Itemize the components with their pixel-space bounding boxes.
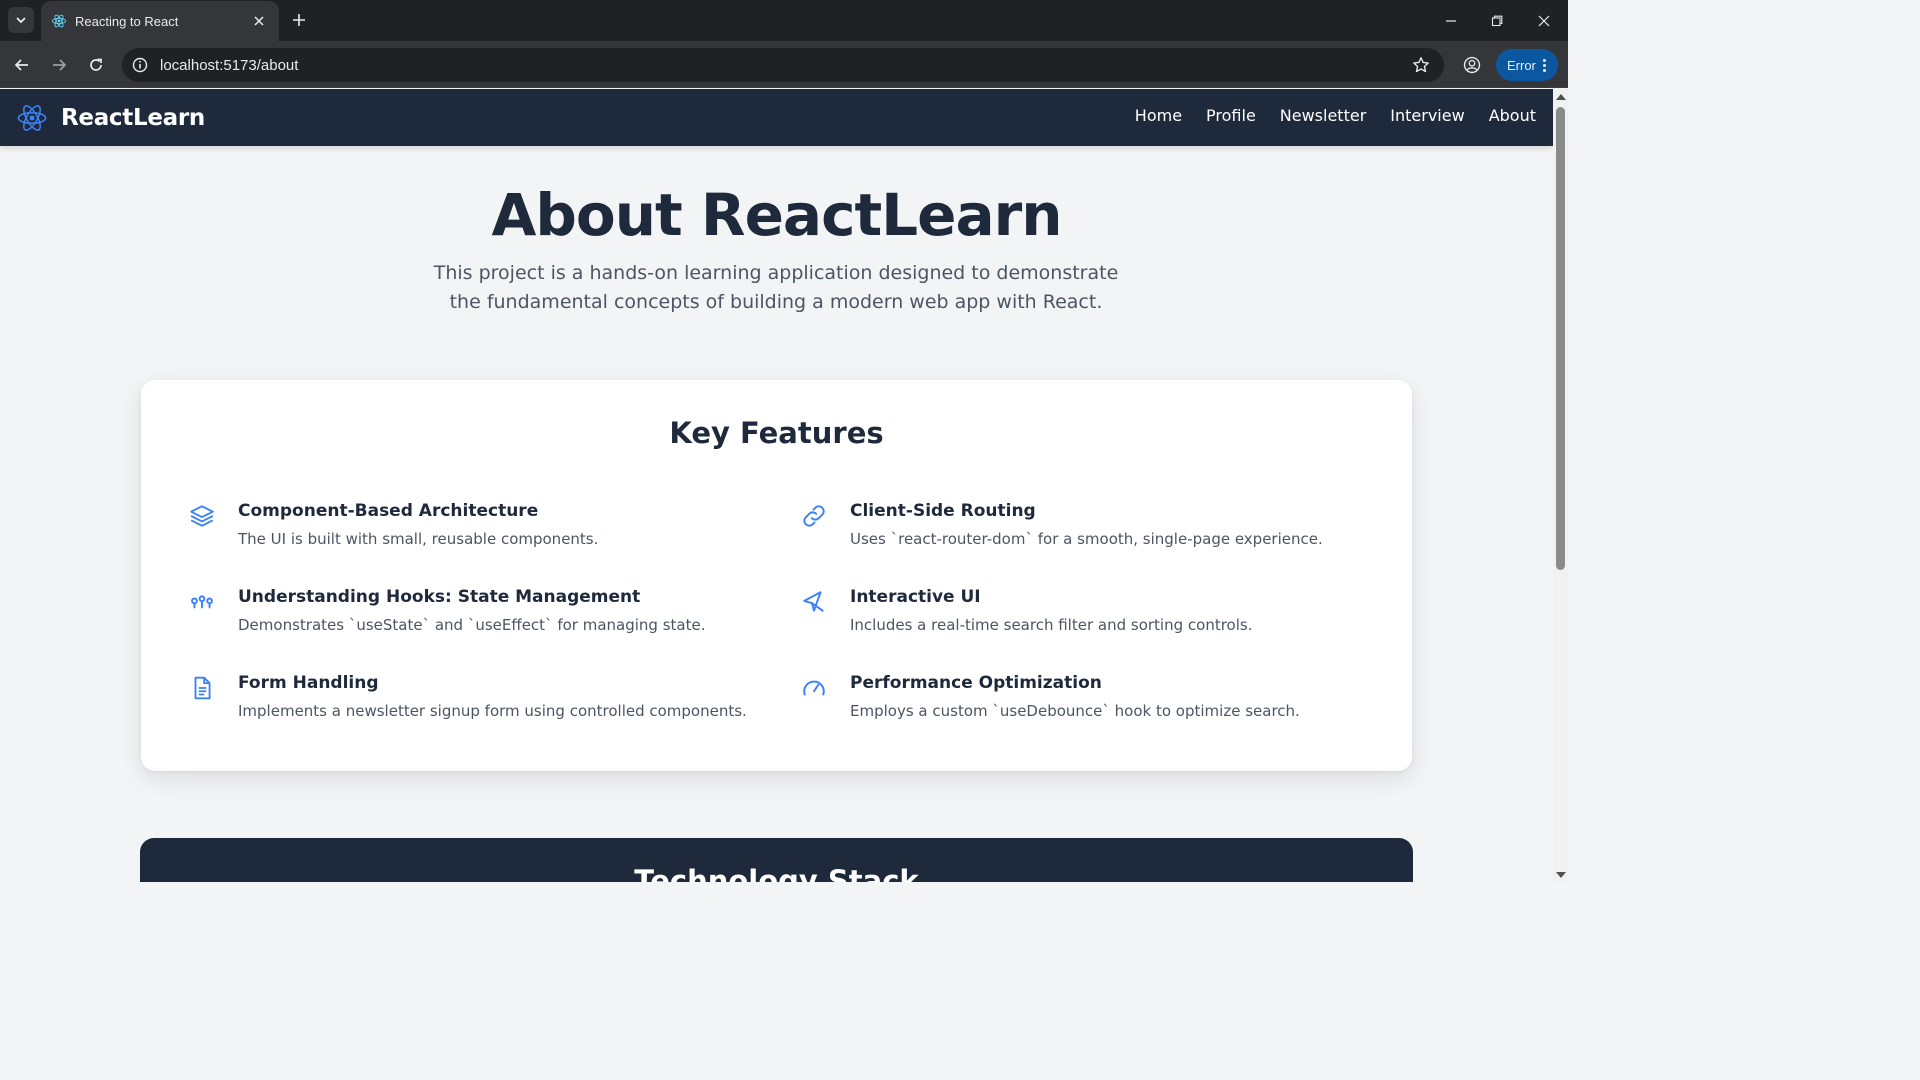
site-info-icon[interactable] [124,48,156,82]
url-text[interactable]: localhost:5173/about [160,57,1404,74]
bookmark-star-icon[interactable] [1404,48,1438,82]
key-features-title: Key Features [669,416,884,450]
kebab-menu-icon [1542,58,1546,72]
pointer-icon [803,591,824,612]
feature-description: Includes a real-time search filter and s… [850,616,1253,634]
reload-icon [90,58,102,71]
nav-links: Home Profile Newsletter Interview About [1111,106,1536,125]
feature-description: Implements a newsletter signup form usin… [238,702,747,720]
feature-item: Interactive UI Includes a real-time sear… [801,587,1361,643]
feature-description: Demonstrates `useState` and `useEffect` … [238,616,706,634]
close-icon [1538,15,1550,26]
page-title: About ReactLearn [491,181,1062,249]
feature-description: The UI is built with small, reusable com… [238,530,599,548]
key-features-card: Key Features Component-Based Architectur… [141,380,1412,771]
layers-icon [190,505,214,527]
back-button[interactable] [8,51,36,79]
reload-button[interactable] [82,51,110,79]
minimize-button[interactable] [1428,0,1474,41]
browser-toolbar: localhost:5173/about Error [0,41,1568,88]
scrollbar-thumb[interactable] [1556,107,1565,570]
brand-name: ReactLearn [61,105,205,131]
feature-name: Client-Side Routing [850,501,1036,521]
feature-name: Performance Optimization [850,673,1102,693]
profile-button[interactable] [1458,51,1486,79]
browser-tab-strip: Reacting to React [0,0,1568,41]
plus-icon [293,14,305,26]
browser-tab[interactable]: Reacting to React [41,1,279,41]
page-viewport: ReactLearn Home Profile Newsletter Inter… [0,89,1553,882]
close-window-button[interactable] [1521,0,1567,41]
feature-name: Interactive UI [850,587,981,607]
restore-button[interactable] [1474,0,1520,41]
nav-link-newsletter[interactable]: Newsletter [1280,106,1367,125]
arrow-right-icon [53,59,67,71]
error-menu-button[interactable]: Error [1496,49,1558,81]
error-label: Error [1507,57,1536,73]
site-navbar: ReactLearn Home Profile Newsletter Inter… [0,89,1553,146]
feature-item: Form Handling Implements a newsletter si… [189,673,749,729]
chevron-down-icon [16,17,26,24]
nav-link-interview[interactable]: Interview [1390,106,1464,125]
scroll-up-arrow-icon[interactable] [1556,94,1566,100]
feature-name: Form Handling [238,673,379,693]
arrow-left-icon [14,59,28,71]
scroll-down-arrow-icon[interactable] [1556,872,1566,878]
feature-description: Uses `react-router-dom` for a smooth, si… [850,530,1323,548]
page-subtitle: This project is a hands-on learning appl… [433,262,1119,313]
tab-search-button[interactable] [8,7,34,33]
feature-item: Performance Optimization Employs a custo… [801,673,1361,729]
feature-item: Understanding Hooks: State Management De… [189,587,749,643]
feature-name: Understanding Hooks: State Management [238,587,641,607]
hooks-icon [191,595,213,609]
address-bar[interactable]: localhost:5173/about [122,48,1444,82]
forward-button[interactable] [45,51,73,79]
technology-stack-title: Technology Stack [634,864,919,882]
link-icon [803,505,825,527]
brand-link[interactable]: ReactLearn [15,101,205,135]
nav-link-home[interactable]: Home [1135,106,1182,125]
react-logo-icon [17,105,47,131]
minimize-icon [1446,19,1456,22]
feature-name: Component-Based Architecture [238,501,539,521]
feature-item: Component-Based Architecture The UI is b… [189,501,749,557]
feature-item: Client-Side Routing Uses `react-router-d… [801,501,1361,557]
page-scrollbar[interactable] [1553,89,1568,882]
gauge-icon [803,680,825,696]
document-icon [194,676,211,700]
close-icon [254,16,264,26]
feature-description: Employs a custom `useDebounce` hook to o… [850,702,1300,720]
tab-close-button[interactable] [249,11,269,31]
nav-link-about[interactable]: About [1489,106,1536,125]
nav-link-profile[interactable]: Profile [1206,106,1256,125]
tab-title: Reacting to React [75,13,179,29]
technology-stack-card: Technology Stack [140,838,1413,882]
account-icon [1463,56,1481,74]
restore-icon [1491,15,1503,26]
react-favicon-icon [51,14,67,28]
new-tab-button[interactable] [287,8,311,32]
